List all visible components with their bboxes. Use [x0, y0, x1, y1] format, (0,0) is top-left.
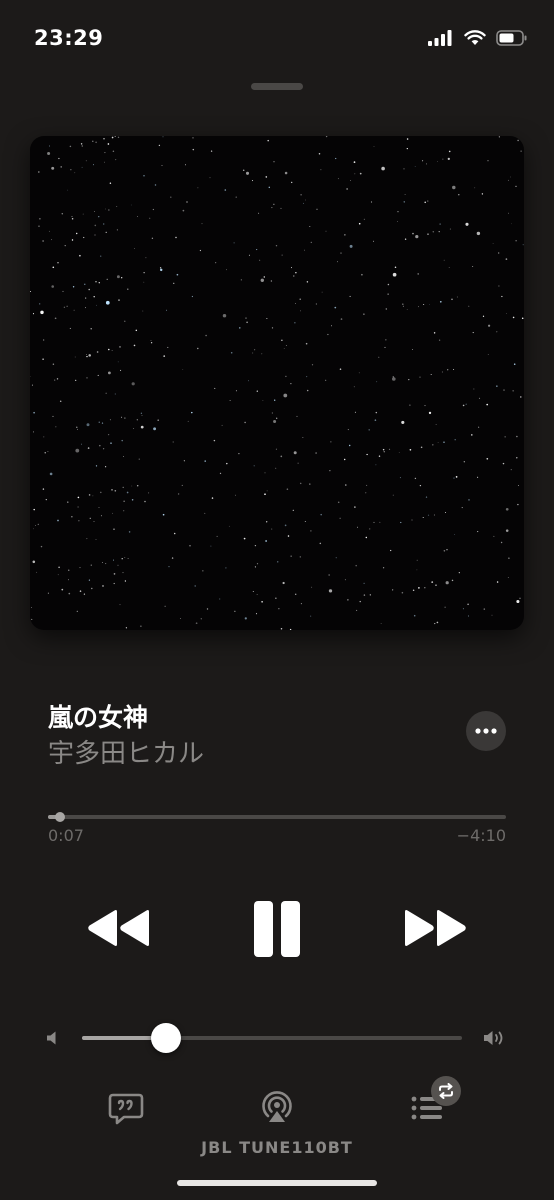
output-device-label[interactable]: JBL TUNE110BT: [0, 1138, 554, 1157]
lyrics-icon: [108, 1093, 144, 1125]
album-artwork: [30, 136, 524, 630]
elapsed-time: 0:07: [48, 826, 84, 845]
status-time: 23:29: [34, 26, 104, 50]
airplay-icon: [262, 1091, 292, 1122]
track-artist[interactable]: 宇多田ヒカル: [48, 733, 204, 770]
sheet-grabber[interactable]: [251, 83, 303, 90]
pause-icon: [254, 901, 300, 957]
volume-knob[interactable]: [150, 1023, 181, 1053]
progress-knob[interactable]: [55, 812, 66, 822]
airplay-button[interactable]: [259, 1090, 295, 1128]
rewind-icon: [88, 910, 149, 946]
progress-scrubber[interactable]: [48, 812, 506, 822]
rewind-button[interactable]: [84, 906, 154, 950]
pause-button[interactable]: [246, 897, 308, 961]
volume-slider[interactable]: [82, 1023, 462, 1053]
cellular-signal-icon: [428, 30, 452, 46]
status-icons: [428, 30, 528, 46]
repeat-icon: [439, 1083, 453, 1099]
volume-max-icon: [484, 1031, 503, 1045]
ellipsis-icon: [475, 728, 497, 734]
wifi-icon: [464, 30, 486, 45]
remaining-time: −4:10: [456, 826, 506, 845]
fast-forward-button[interactable]: [400, 906, 470, 950]
volume-min-icon: [47, 1031, 56, 1045]
more-button[interactable]: [466, 711, 506, 751]
repeat-badge: [431, 1076, 461, 1106]
status-bar: 23:29: [0, 0, 554, 80]
fast-forward-icon: [405, 910, 466, 946]
lyrics-button[interactable]: [108, 1092, 144, 1130]
track-title[interactable]: 嵐の女神: [48, 698, 148, 734]
home-indicator[interactable]: [177, 1180, 377, 1186]
battery-icon: [496, 30, 527, 46]
